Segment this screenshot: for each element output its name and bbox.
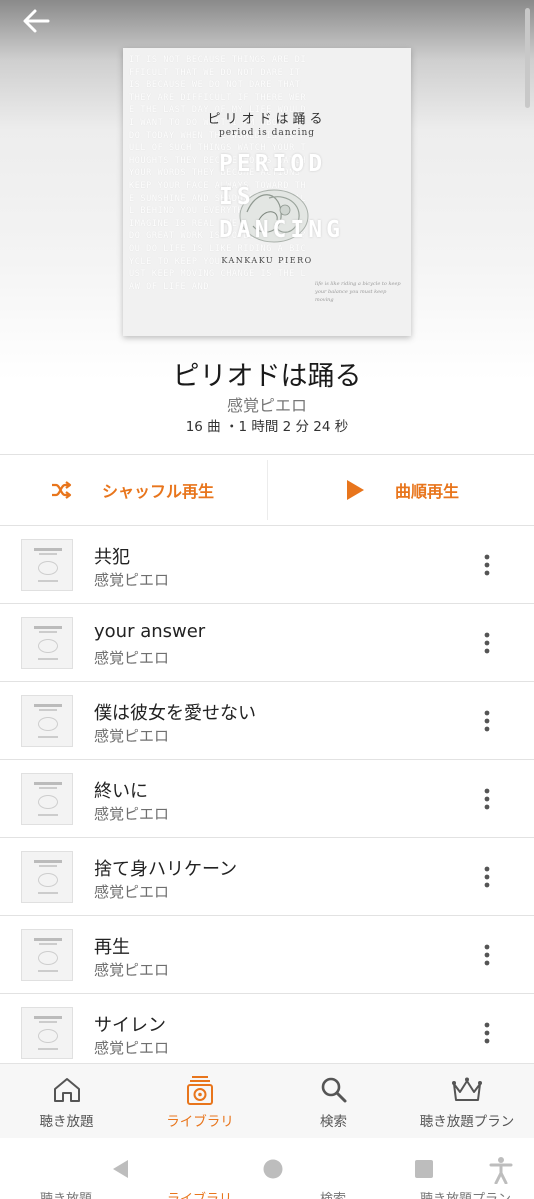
track-artist: 感覚ピエロ (94, 1039, 170, 1057)
ghost-nav-label: 検索 (320, 1188, 346, 1199)
sequential-play-label: 曲順再生 (395, 482, 460, 501)
album-meta: 16 曲 ・1 時間 2 分 24 秒 (185, 419, 349, 435)
track-row[interactable]: 捨て身ハリケーン 感覚ピエロ (0, 838, 534, 916)
play-icon (347, 480, 364, 500)
arrow-left-icon[interactable] (18, 6, 54, 36)
track-title: your answer (94, 621, 206, 642)
track-row[interactable]: your answer 感覚ピエロ (0, 604, 534, 682)
more-vert-icon[interactable] (478, 706, 496, 736)
library-icon (187, 1076, 213, 1105)
shuffle-play-button[interactable]: シャッフル再生 (50, 455, 214, 525)
shuffle-icon (52, 481, 72, 499)
nav-tab-library[interactable]: ライブラリ (133, 1064, 267, 1139)
home-icon (53, 1078, 80, 1102)
album-header: IT IS NOT BECAUSE THINGS ARE DIFFICULT T… (0, 0, 534, 455)
track-thumbnail (21, 851, 73, 903)
ghost-nav-label: 聴き放題 (40, 1188, 92, 1199)
track-artist: 感覚ピエロ (94, 571, 170, 589)
more-vert-icon[interactable] (478, 784, 496, 814)
scrollbar-thumb[interactable] (525, 8, 530, 108)
track-row[interactable]: 共犯 感覚ピエロ (0, 526, 534, 604)
album-art-big-lettering: PERIOD IS DANCING (219, 151, 344, 243)
track-title: 僕は彼女を愛せない (94, 703, 256, 724)
album-title: ピリオドは踊る (172, 361, 362, 392)
track-artist: 感覚ピエロ (94, 727, 170, 745)
more-vert-icon[interactable] (478, 862, 496, 892)
nav-label: 聴き放題プラン (419, 1114, 515, 1130)
track-thumbnail (21, 1007, 73, 1059)
shuffle-play-label: シャッフル再生 (102, 482, 215, 501)
nav-tab-search[interactable]: 検索 (267, 1064, 400, 1139)
album-art-japanese-title: ピリオドは踊る (207, 112, 327, 127)
track-artist: 感覚ピエロ (94, 649, 170, 667)
album-art-english-title: period is dancing (218, 128, 316, 138)
album-art-artist: KANKAKU PIERO (221, 256, 313, 265)
track-artist: 感覚ピエロ (94, 883, 170, 901)
track-thumbnail (21, 773, 73, 825)
track-thumbnail (21, 929, 73, 981)
actions-divider (267, 460, 268, 520)
sequential-play-button[interactable]: 曲順再生 (345, 455, 459, 525)
track-title: 共犯 (94, 547, 130, 568)
track-thumbnail (21, 617, 73, 669)
nav-label: 聴き放題 (39, 1114, 94, 1130)
album-art-small-text: life is like riding a bicycle to keep yo… (315, 281, 401, 303)
track-row[interactable]: 再生 感覚ピエロ (0, 916, 534, 994)
triangle-back-icon[interactable] (110, 1158, 132, 1180)
track-title: 再生 (94, 937, 130, 958)
nav-label: ライブラリ (166, 1114, 234, 1130)
nav-label: 検索 (320, 1114, 347, 1130)
system-navigation-bar: 聴き放題 ライブラリ 検索 聴き放題プラン (0, 1138, 534, 1199)
more-vert-icon[interactable] (478, 1018, 496, 1048)
album-artist[interactable]: 感覚ピエロ (0, 392, 534, 416)
track-title: サイレン (94, 1015, 166, 1036)
track-row[interactable]: 僕は彼女を愛せない 感覚ピエロ (0, 682, 534, 760)
search-icon (321, 1077, 346, 1103)
track-row[interactable]: サイレン 感覚ピエロ (0, 994, 534, 1072)
track-artist: 感覚ピエロ (94, 805, 170, 823)
album-art: IT IS NOT BECAUSE THINGS ARE DIFFICULT T… (123, 48, 411, 336)
track-artist: 感覚ピエロ (94, 961, 170, 979)
more-vert-icon[interactable] (478, 550, 496, 580)
nav-tab-unlimited[interactable]: 聴き放題 (0, 1064, 133, 1139)
square-recents-icon[interactable] (413, 1158, 435, 1180)
circle-home-icon[interactable] (262, 1158, 284, 1180)
ghost-nav-label: 聴き放題プラン (420, 1188, 511, 1199)
accessibility-icon[interactable] (488, 1156, 514, 1184)
play-actions: シャッフル再生 曲順再生 (0, 454, 534, 526)
nav-tab-plan[interactable]: 聴き放題プラン (400, 1064, 534, 1139)
track-thumbnail (21, 539, 73, 591)
crown-icon (452, 1077, 482, 1101)
track-title: 捨て身ハリケーン (94, 859, 238, 880)
track-row[interactable]: 終いに 感覚ピエロ (0, 760, 534, 838)
ghost-nav-label: ライブラリ (167, 1188, 232, 1199)
more-vert-icon[interactable] (478, 628, 496, 658)
bottom-navigation: 聴き放題 ライブラリ 検索 聴き放題プラン (0, 1063, 534, 1138)
track-thumbnail (21, 695, 73, 747)
track-title: 終いに (94, 781, 148, 802)
more-vert-icon[interactable] (478, 940, 496, 970)
